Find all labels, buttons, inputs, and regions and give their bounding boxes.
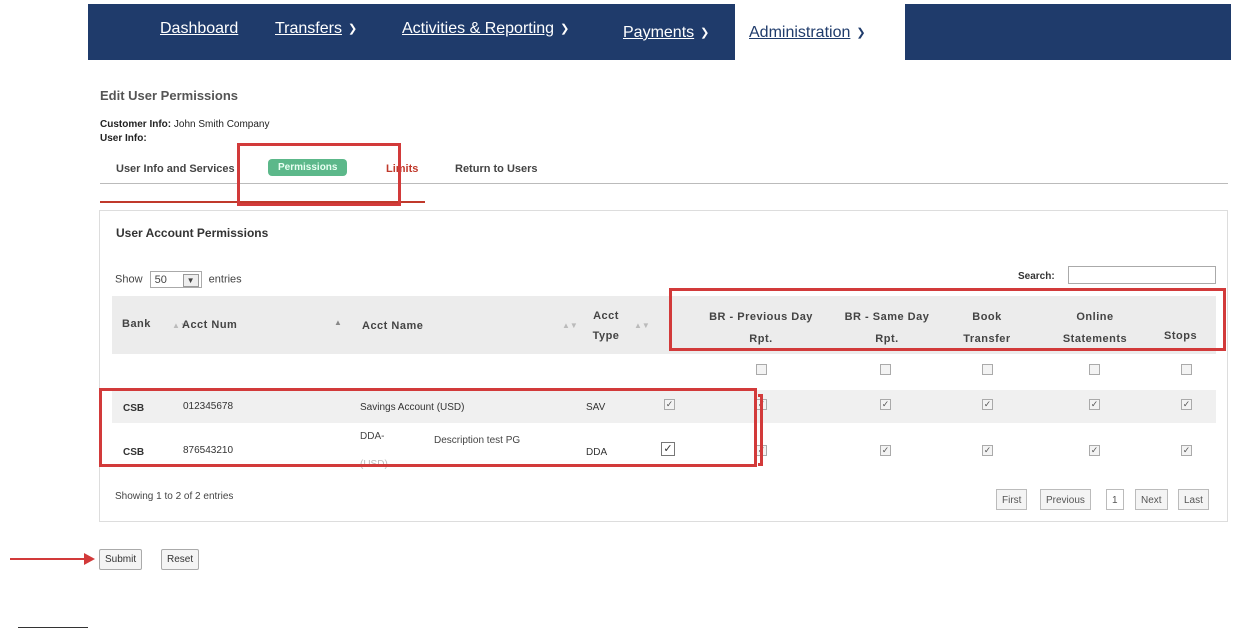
permission-columns-highlight-box — [669, 288, 1226, 351]
pager-last-button[interactable]: Last — [1178, 489, 1209, 510]
sort-icon: ▲▼ — [634, 321, 650, 330]
show-label: Show — [115, 273, 143, 286]
nav-dashboard[interactable]: Dashboard — [160, 20, 238, 38]
pager-previous-button[interactable]: Previous — [1040, 489, 1091, 510]
pager-next-button[interactable]: Next — [1135, 489, 1168, 510]
user-info-label: User Info: — [100, 133, 147, 144]
page-title: Edit User Permissions — [100, 88, 238, 103]
online-statements-checkbox[interactable]: ✓ — [1089, 445, 1100, 456]
col-acct-num[interactable]: Acct Num — [182, 319, 237, 331]
chevron-down-icon: ❯ — [560, 23, 570, 36]
divider — [18, 627, 88, 628]
nav-administration[interactable]: Administration ❯ — [749, 24, 866, 42]
entries-label: entries — [208, 273, 242, 286]
nav-transfers[interactable]: Transfers ❯ — [275, 20, 357, 38]
select-all-stops-checkbox[interactable] — [1181, 364, 1192, 375]
select-all-online-statements-checkbox[interactable] — [1089, 364, 1100, 375]
stops-checkbox[interactable]: ✓ — [1181, 445, 1192, 456]
select-all-row — [112, 356, 1216, 390]
nav-payments[interactable]: Payments ❯ — [623, 24, 709, 42]
customer-info-label: Customer Info: — [100, 119, 172, 130]
chevron-down-icon: ❯ — [856, 27, 866, 40]
sort-icon: ▲▼ — [562, 321, 578, 330]
select-all-book-transfer-checkbox[interactable] — [982, 364, 993, 375]
br-same-checkbox[interactable]: ✓ — [880, 399, 891, 410]
book-transfer-checkbox[interactable]: ✓ — [982, 445, 993, 456]
stops-checkbox[interactable]: ✓ — [1181, 399, 1192, 410]
arrow-right-icon — [84, 553, 95, 565]
tab-return-to-users[interactable]: Return to Users — [455, 163, 538, 175]
permissions-tab-highlight-box — [237, 143, 401, 206]
sort-asc-icon: ▲ — [334, 318, 342, 327]
col-acct-type[interactable]: Acct Type — [586, 306, 626, 346]
table-info: Showing 1 to 2 of 2 entries — [115, 491, 234, 502]
bracket-annotation — [758, 394, 763, 466]
br-same-checkbox[interactable]: ✓ — [880, 445, 891, 456]
search-label: Search: — [1018, 271, 1055, 282]
tab-user-info-services[interactable]: User Info and Services — [116, 163, 235, 175]
select-all-br-previous-checkbox[interactable] — [756, 364, 767, 375]
entries-length-control: Show 50 ▼ entries — [115, 271, 242, 288]
entries-select[interactable]: 50 ▼ — [149, 271, 202, 288]
chevron-down-icon: ❯ — [700, 27, 710, 40]
search-input[interactable] — [1068, 266, 1216, 284]
nav-administration-tab[interactable]: Administration ❯ — [735, 4, 905, 60]
submit-button[interactable]: Submit — [99, 549, 143, 570]
col-acct-name[interactable]: Acct Name — [362, 320, 423, 332]
accounts-rows-highlight-box — [99, 388, 757, 467]
customer-info-value: John Smith Company — [173, 119, 270, 130]
nav-activities-reporting[interactable]: Activities & Reporting ❯ — [402, 20, 569, 38]
col-bank[interactable]: Bank — [122, 318, 151, 330]
arrow-annotation-line — [10, 558, 85, 560]
section-title: User Account Permissions — [116, 226, 269, 240]
online-statements-checkbox[interactable]: ✓ — [1089, 399, 1100, 410]
pager-first-button[interactable]: First — [996, 489, 1028, 510]
chevron-down-icon: ❯ — [347, 23, 358, 36]
pager-page-1[interactable]: 1 — [1106, 489, 1124, 510]
user-info: User Info: — [100, 133, 147, 144]
select-all-br-same-checkbox[interactable] — [880, 364, 891, 375]
reset-button[interactable]: Reset — [161, 549, 200, 570]
chevron-down-icon: ▼ — [182, 274, 199, 287]
book-transfer-checkbox[interactable]: ✓ — [982, 399, 993, 410]
customer-info: Customer Info: John Smith Company — [100, 119, 270, 130]
